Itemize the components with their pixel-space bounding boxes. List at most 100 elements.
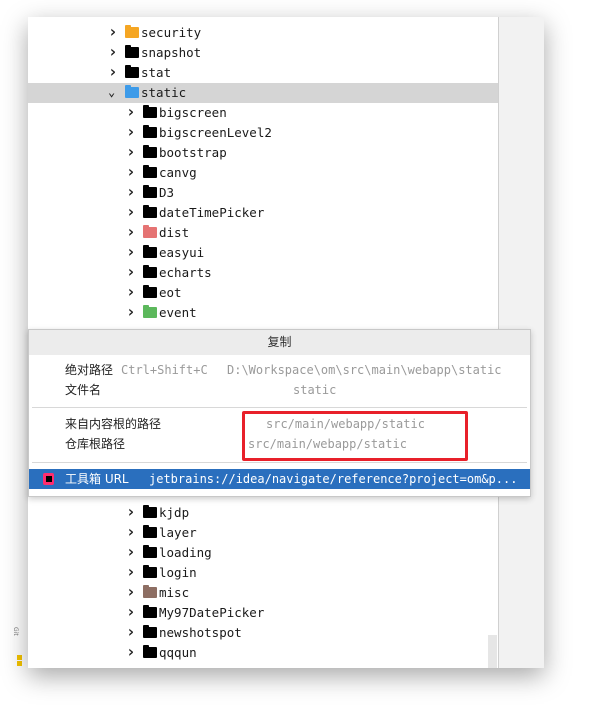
tree-item-label: qqqun (159, 645, 197, 660)
folder-icon (143, 165, 157, 178)
toolbox-icon (43, 473, 54, 485)
chevron-right-icon[interactable]: › (126, 302, 136, 321)
tree-item-static[interactable]: ⌄ static (28, 83, 498, 103)
tree-item-label: echarts (159, 265, 212, 280)
tree-item-bootstrap[interactable]: › bootstrap (28, 142, 498, 163)
folder-icon (143, 185, 157, 198)
chevron-right-icon[interactable]: › (126, 502, 136, 521)
chevron-right-icon[interactable]: › (126, 202, 136, 221)
tree-item-label: eot (159, 285, 182, 300)
menu-separator (32, 407, 527, 408)
tree-item-label: dateTimePicker (159, 205, 265, 220)
chevron-right-icon[interactable]: › (126, 522, 136, 541)
tree-item-datetimepicker[interactable]: › dateTimePicker (28, 202, 498, 223)
tree-item-loading[interactable]: › loading (28, 542, 498, 563)
tree-item-label: kjdp (159, 505, 190, 520)
tree-item-newshotspot[interactable]: › newshotspot (28, 622, 498, 643)
tree-item-bigscreenlevel2[interactable]: › bigscreenLevel2 (28, 122, 498, 143)
item-value: D:\Workspace\om\src\main\webapp\static (227, 363, 502, 377)
chevron-right-icon[interactable]: › (126, 182, 136, 201)
tree-item-qqqun[interactable]: › qqqun (28, 642, 498, 663)
folder-icon (143, 605, 157, 618)
chevron-right-icon[interactable]: › (126, 262, 136, 281)
popup-title: 复制 (29, 330, 530, 355)
folder-icon (143, 245, 157, 258)
highlight-box (242, 411, 468, 461)
tree-item-canvg[interactable]: › canvg (28, 162, 498, 183)
folder-web-icon (125, 85, 139, 98)
tree-item-security[interactable]: › security (28, 22, 498, 43)
chevron-right-icon[interactable]: › (126, 242, 136, 261)
tree-item-label: bootstrap (159, 145, 227, 160)
chevron-right-icon[interactable]: › (126, 162, 136, 181)
tree-item-label: event (159, 305, 197, 320)
folder-icon (143, 265, 157, 278)
tree-item-layer[interactable]: › layer (28, 522, 498, 543)
git-tool-tab[interactable]: Git (12, 627, 19, 636)
tree-item-label: bigscreen (159, 105, 227, 120)
folder-icon (143, 145, 157, 158)
chevron-down-icon[interactable]: ⌄ (108, 85, 115, 99)
tree-item-label: bigscreenLevel2 (159, 125, 272, 140)
tree-item-dist[interactable]: › dist (28, 222, 498, 243)
chevron-right-icon[interactable]: › (108, 22, 118, 41)
tree-item-stat[interactable]: › stat (28, 62, 498, 83)
item-label: 绝对路径 (65, 363, 114, 377)
tree-item-label: dist (159, 225, 190, 240)
menu-item-file-name[interactable]: 文件名 static (29, 380, 530, 400)
tree-item-label: loading (159, 545, 212, 560)
tree-item-label: canvg (159, 165, 197, 180)
folder-icon (143, 585, 157, 598)
menu-item-absolute-path[interactable]: 绝对路径 Ctrl+Shift+C D:\Workspace\om\src\ma… (29, 360, 530, 380)
chevron-right-icon[interactable]: › (126, 622, 136, 641)
folder-icon (143, 565, 157, 578)
tree-item-label: My97DatePicker (159, 605, 265, 620)
left-tool-strip: Git (0, 0, 28, 717)
tree-item-snapshot[interactable]: › snapshot (28, 42, 498, 63)
tree-item-echarts[interactable]: › echarts (28, 262, 498, 283)
tree-item-eot[interactable]: › eot (28, 282, 498, 303)
item-value: jetbrains://idea/navigate/reference?proj… (149, 472, 518, 486)
folder-icon (143, 205, 157, 218)
tree-item-login[interactable]: › login (28, 562, 498, 583)
folder-icon (143, 285, 157, 298)
menu-item-toolbox-url[interactable]: 工具箱 URL jetbrains://idea/navigate/refere… (29, 469, 530, 489)
chevron-right-icon[interactable]: › (108, 62, 118, 81)
item-shortcut: Ctrl+Shift+C (121, 363, 208, 377)
folder-icon (143, 525, 157, 538)
scrollbar[interactable] (488, 635, 497, 668)
chevron-right-icon[interactable]: › (126, 582, 136, 601)
folder-icon (125, 45, 139, 58)
tree-item-label: layer (159, 525, 197, 540)
chevron-right-icon[interactable]: › (126, 282, 136, 301)
chevron-right-icon[interactable]: › (126, 562, 136, 581)
tree-item-misc[interactable]: › misc (28, 582, 498, 603)
chevron-right-icon[interactable]: › (126, 222, 136, 241)
chevron-right-icon[interactable]: › (126, 142, 136, 161)
folder-icon (143, 625, 157, 638)
chevron-right-icon[interactable]: › (126, 122, 136, 141)
chevron-right-icon[interactable]: › (126, 642, 136, 661)
folder-icon (143, 105, 157, 118)
tree-item-easyui[interactable]: › easyui (28, 242, 498, 263)
chevron-right-icon[interactable]: › (108, 42, 118, 61)
chevron-right-icon[interactable]: › (126, 102, 136, 121)
tree-item-label: D3 (159, 185, 175, 200)
menu-separator (32, 462, 527, 463)
tree-item-label: snapshot (141, 45, 202, 60)
chevron-right-icon[interactable]: › (126, 542, 136, 561)
tree-item-d3[interactable]: › D3 (28, 182, 498, 203)
tree-item-label: stat (141, 65, 172, 80)
tree-item-label: easyui (159, 245, 205, 260)
tree-item-label: login (159, 565, 197, 580)
tree-item-my97datepicker[interactable]: › My97DatePicker (28, 602, 498, 623)
folder-icon (125, 65, 139, 78)
folder-icon (143, 505, 157, 518)
folder-icon (143, 125, 157, 138)
tree-item-kjdp[interactable]: › kjdp (28, 502, 498, 523)
folder-icon (143, 545, 157, 558)
tree-item-label: newshotspot (159, 625, 242, 640)
tree-item-event[interactable]: › event (28, 302, 498, 323)
tree-item-bigscreen[interactable]: › bigscreen (28, 102, 498, 123)
chevron-right-icon[interactable]: › (126, 602, 136, 621)
